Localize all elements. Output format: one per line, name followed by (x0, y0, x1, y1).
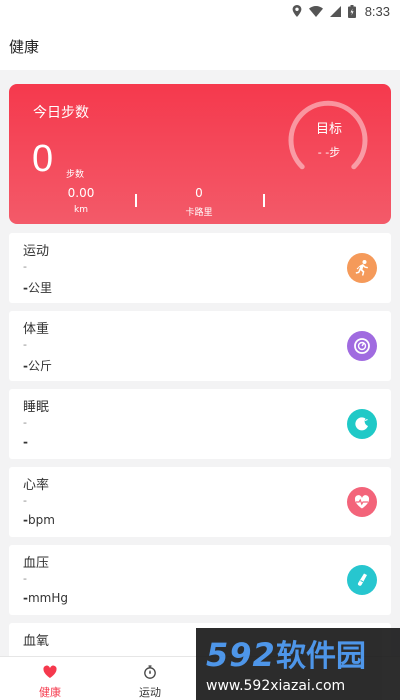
distance-value: 0.00 (67, 186, 95, 200)
metric-title: 体重 (23, 322, 50, 337)
calories-value: 0 (195, 186, 203, 200)
metric-placeholder: - (23, 260, 27, 273)
metric-value: -mmHg (23, 591, 69, 605)
heart-icon (43, 665, 57, 678)
goal-label: 目标 (315, 122, 342, 137)
metric-value: -公斤 (23, 359, 52, 373)
steps-unit: 步数 (66, 170, 85, 180)
metric-title: 睡眠 (23, 400, 50, 415)
divider (263, 194, 265, 207)
metric-placeholder: - (23, 416, 27, 429)
stopwatch-icon (144, 665, 156, 679)
metric-value: -bpm (23, 513, 55, 527)
metric-card-blood-pressure[interactable]: 血压 - -mmHg (9, 545, 391, 615)
wifi-icon (308, 5, 323, 17)
metric-placeholder: - (23, 338, 27, 351)
nav-label: 健康 (39, 686, 61, 699)
steps-card-title: 今日步数 (33, 105, 89, 121)
scale-icon (347, 331, 377, 361)
svg-text:592: 592 (206, 636, 276, 672)
running-icon (347, 253, 377, 283)
signal-icon (329, 5, 341, 17)
battery-icon (347, 4, 356, 18)
status-time: 8:33 (364, 3, 390, 19)
nav-item-health[interactable]: 健康 (10, 657, 90, 700)
moon-icon (347, 409, 377, 439)
watermark-logo: 592 软件园 (206, 636, 366, 672)
metric-title: 血氧 (23, 634, 50, 649)
test-tube-icon (347, 565, 377, 595)
goal-value: - -步 (317, 146, 341, 159)
metric-card-sleep[interactable]: 睡眠 - - (9, 389, 391, 459)
metric-placeholder: - (23, 494, 27, 507)
location-icon (292, 5, 302, 17)
steps-value: 0 (32, 138, 54, 180)
app-header: 健康 (0, 22, 400, 70)
metric-card-exercise[interactable]: 运动 - -公里 (9, 233, 391, 303)
metric-value: - (23, 435, 28, 449)
divider (135, 194, 137, 207)
metric-card-weight[interactable]: 体重 - -公斤 (9, 311, 391, 381)
distance-unit: km (74, 205, 88, 215)
metric-card-heart-rate[interactable]: 心率 - -bpm (9, 467, 391, 537)
calories-unit: 卡路里 (185, 208, 213, 218)
watermark-url: www.592xiazai.com (206, 678, 346, 694)
goal-gauge-icon (288, 100, 368, 170)
metric-title: 运动 (23, 244, 50, 259)
metric-placeholder: - (23, 572, 27, 585)
nav-label: 运动 (139, 686, 161, 699)
svg-text:软件园: 软件园 (276, 639, 366, 672)
page-title: 健康 (9, 37, 40, 56)
metric-value: -公里 (23, 281, 52, 295)
watermark: 592 软件园 www.592xiazai.com (196, 628, 400, 700)
metric-title: 心率 (23, 478, 50, 493)
metric-title: 血压 (23, 556, 50, 571)
status-bar: 8:33 (0, 0, 400, 22)
heart-pulse-icon (347, 487, 377, 517)
nav-item-exercise[interactable]: 运动 (110, 657, 190, 700)
steps-card[interactable]: 今日步数 0 步数 0.00 km 0 卡路里 目标 - -步 (9, 84, 391, 224)
